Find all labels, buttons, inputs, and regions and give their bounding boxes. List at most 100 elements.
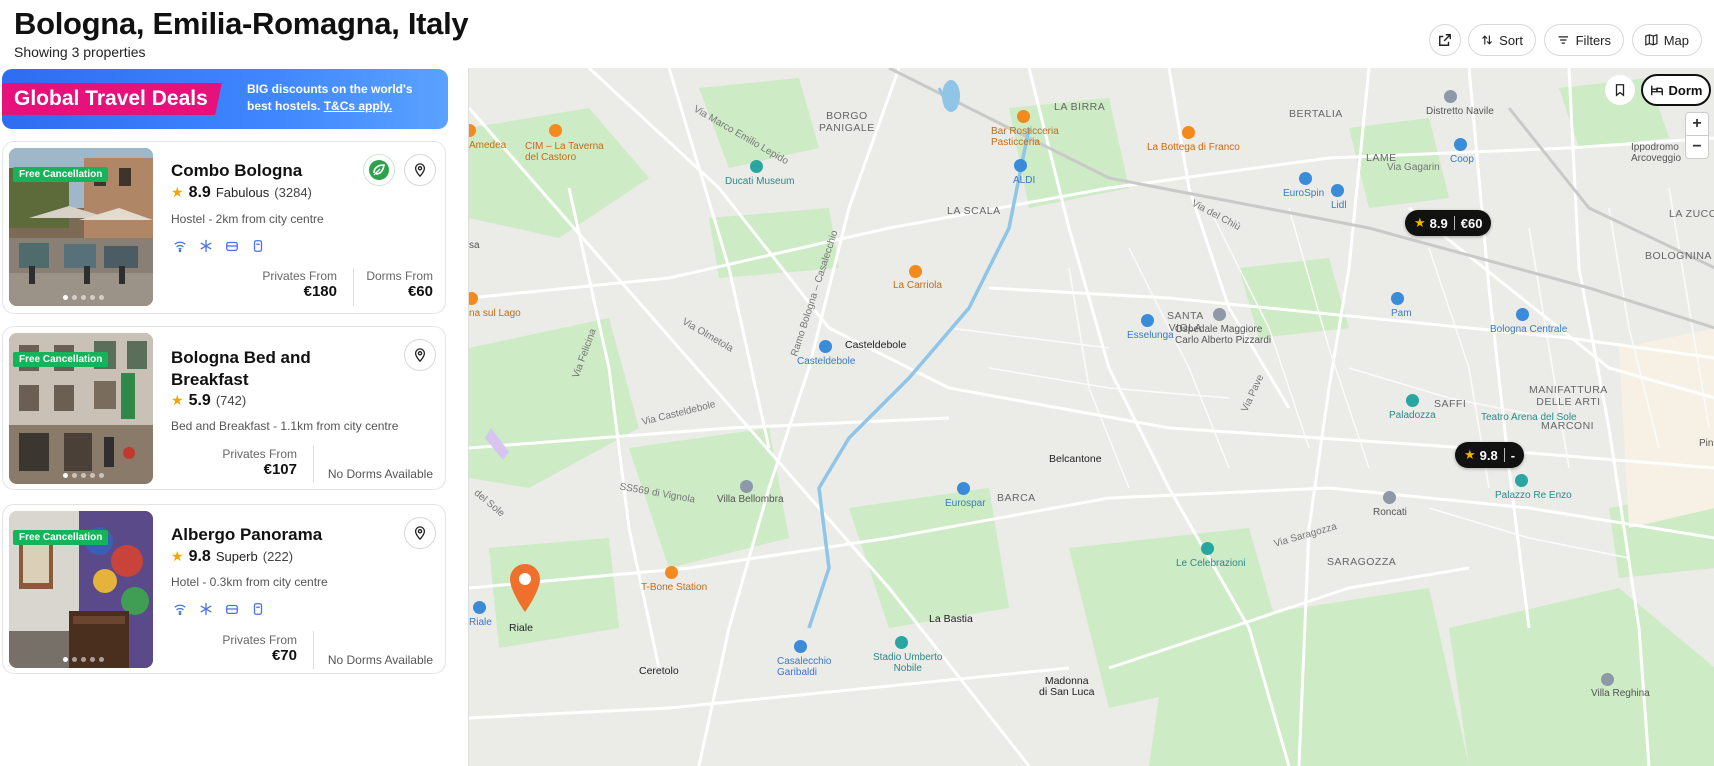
map-label-tbone: T-Bone Station (641, 582, 708, 593)
share-button[interactable] (1429, 24, 1461, 56)
train-station-icon[interactable] (819, 340, 832, 353)
property-card[interactable]: Free Cancellation Albergo Panorama ★ 9.8… (2, 504, 446, 674)
shop-pin-icon[interactable] (1014, 159, 1027, 172)
shop-pin-icon[interactable] (1299, 172, 1312, 185)
place-pin-icon[interactable] (1444, 90, 1457, 103)
dorms-label: Dorms From (366, 269, 433, 283)
map-label-manifattura: MANIFATTURA DELLE ARTI (1529, 384, 1608, 408)
map-marker-combo-bologna[interactable]: ★ 8.9 €60 (1405, 210, 1492, 236)
restaurant-pin-icon[interactable] (665, 566, 678, 579)
restaurant-pin-icon[interactable] (1017, 110, 1030, 123)
selected-location-pin-icon[interactable] (509, 563, 541, 613)
promo-terms-link[interactable]: T&Cs apply. (324, 99, 392, 113)
snowflake-icon (200, 602, 212, 616)
map-label-bologna-centrale: Bologna Centrale (1490, 324, 1568, 335)
app-root: Bologna, Emilia-Romagna, Italy Showing 3… (0, 0, 1714, 766)
place-pin-icon[interactable] (1383, 491, 1396, 504)
map-label-barca: BARCA (997, 492, 1036, 504)
promo-banner[interactable]: Global Travel Deals BIG discounts on the… (2, 69, 448, 129)
map-label-paladozza: Paladozza (1389, 410, 1436, 421)
theatre-pin-icon[interactable] (1201, 542, 1214, 555)
filters-button[interactable]: Filters (1544, 24, 1624, 56)
privates-price: Privates From €180 (262, 269, 337, 300)
map-label-lidl: Lidl (1331, 200, 1347, 211)
zoom-out-button[interactable]: − (1685, 135, 1709, 159)
free-cancellation-badge: Free Cancellation (13, 167, 109, 182)
photo-carousel-dots[interactable] (63, 295, 104, 300)
map-label-pam: Pam (1391, 308, 1412, 319)
photo-carousel-dots[interactable] (63, 473, 104, 478)
property-photo[interactable]: Free Cancellation (9, 333, 153, 484)
map-marker-albergo-panorama[interactable]: ★ 9.8 - (1455, 442, 1525, 468)
filters-icon (1558, 36, 1569, 44)
landmark-pin-icon[interactable] (1515, 474, 1528, 487)
shop-pin-icon[interactable] (1331, 184, 1344, 197)
map-button[interactable]: Map (1632, 24, 1702, 56)
rating-score: 5.9 (188, 392, 211, 409)
shop-pin-icon[interactable] (1454, 138, 1467, 151)
location-pin-icon (414, 163, 426, 177)
rating-label: Fabulous (215, 185, 270, 200)
location-pin-icon (414, 526, 426, 540)
snowflake-icon (200, 239, 212, 253)
train-station-icon[interactable] (473, 601, 486, 614)
privates-label: Privates From (222, 447, 297, 461)
shop-pin-icon[interactable] (1391, 292, 1404, 305)
shop-pin-icon[interactable] (957, 482, 970, 495)
map-label-ospedale: Ospedale Maggiore Carlo Alberto Pizzardi (1175, 324, 1272, 346)
dorm-toggle-label: Dorm (1668, 82, 1703, 98)
wifi-icon (174, 604, 186, 616)
property-photo[interactable]: Free Cancellation (9, 148, 153, 306)
restaurant-pin-icon[interactable] (549, 124, 562, 137)
map-label-ceretolo: Ceretolo (639, 665, 679, 677)
zoom-in-button[interactable]: + (1685, 112, 1709, 136)
map-label-la-zucca: LA ZUCC (1669, 208, 1714, 220)
map-label-ducati: Ducati Museum (725, 176, 795, 187)
map-label-bertalia: BERTALIA (1289, 108, 1343, 120)
star-icon: ★ (1464, 447, 1476, 462)
free-cancellation-badge: Free Cancellation (13, 530, 109, 545)
privates-label: Privates From (222, 633, 297, 647)
museum-pin-icon[interactable] (750, 160, 763, 173)
restaurant-pin-icon[interactable] (1182, 126, 1195, 139)
place-pin-icon[interactable] (1601, 673, 1614, 686)
restaurant-pin-icon[interactable] (909, 265, 922, 278)
hospital-pin-icon[interactable] (1213, 308, 1226, 321)
train-station-icon[interactable] (1516, 308, 1529, 321)
map-label-ippodromo: Ippodromo Arcoveggio (1631, 142, 1682, 164)
price-divider (313, 445, 314, 483)
stadium-pin-icon[interactable] (895, 636, 908, 649)
save-map-button[interactable] (1605, 75, 1635, 105)
map-label-teatro: Teatro Arena del Sole (1481, 412, 1577, 423)
sustainability-badge[interactable] (363, 154, 395, 186)
photo-carousel-dots[interactable] (63, 657, 104, 662)
train-station-icon[interactable] (794, 640, 807, 653)
map-label-villa-bellombra: Villa Bellombra (717, 494, 784, 505)
map-marker-price: €60 (1460, 215, 1483, 231)
property-card[interactable]: Free Cancellation Bologna Bed and Breakf… (2, 326, 446, 490)
map-label-la-scala: LA SCALA (947, 205, 1001, 217)
sort-button[interactable]: Sort (1468, 24, 1536, 56)
map-label-borgo-panigale: BORGO PANIGALE (819, 110, 875, 134)
view-on-map-button[interactable] (404, 339, 436, 371)
map-label-villa-reghina: Villa Reghina (1591, 688, 1650, 699)
map-label: Map (1663, 32, 1689, 48)
rating: ★ 9.8 Superb (222) (171, 548, 293, 566)
map-icon (1645, 34, 1658, 46)
property-photo[interactable]: Free Cancellation (9, 511, 153, 668)
view-on-map-button[interactable] (404, 517, 436, 549)
page-title: Bologna, Emilia-Romagna, Italy (14, 6, 469, 41)
privates-label: Privates From (262, 269, 337, 283)
property-name[interactable]: Combo Bologna (171, 160, 302, 182)
view-on-map-button[interactable] (404, 154, 436, 186)
map-label-casteldebole: Casteldebole (845, 339, 907, 351)
property-card[interactable]: Free Cancellation Combo Bologna ★ 8.9 Fa… (2, 141, 446, 314)
dorm-toggle-button[interactable]: Dorm (1641, 74, 1711, 106)
shop-pin-icon[interactable] (1141, 314, 1154, 327)
place-pin-icon[interactable] (740, 480, 753, 493)
property-name[interactable]: Albergo Panorama (171, 524, 322, 546)
map-label-esselunga: Esselunga (1127, 330, 1174, 341)
property-name[interactable]: Bologna Bed and Breakfast (171, 347, 361, 391)
venue-pin-icon[interactable] (1406, 394, 1419, 407)
map-view[interactable]: BORGO PANIGALE LA BIRRA BERTALIA LAME LA … (468, 68, 1714, 766)
